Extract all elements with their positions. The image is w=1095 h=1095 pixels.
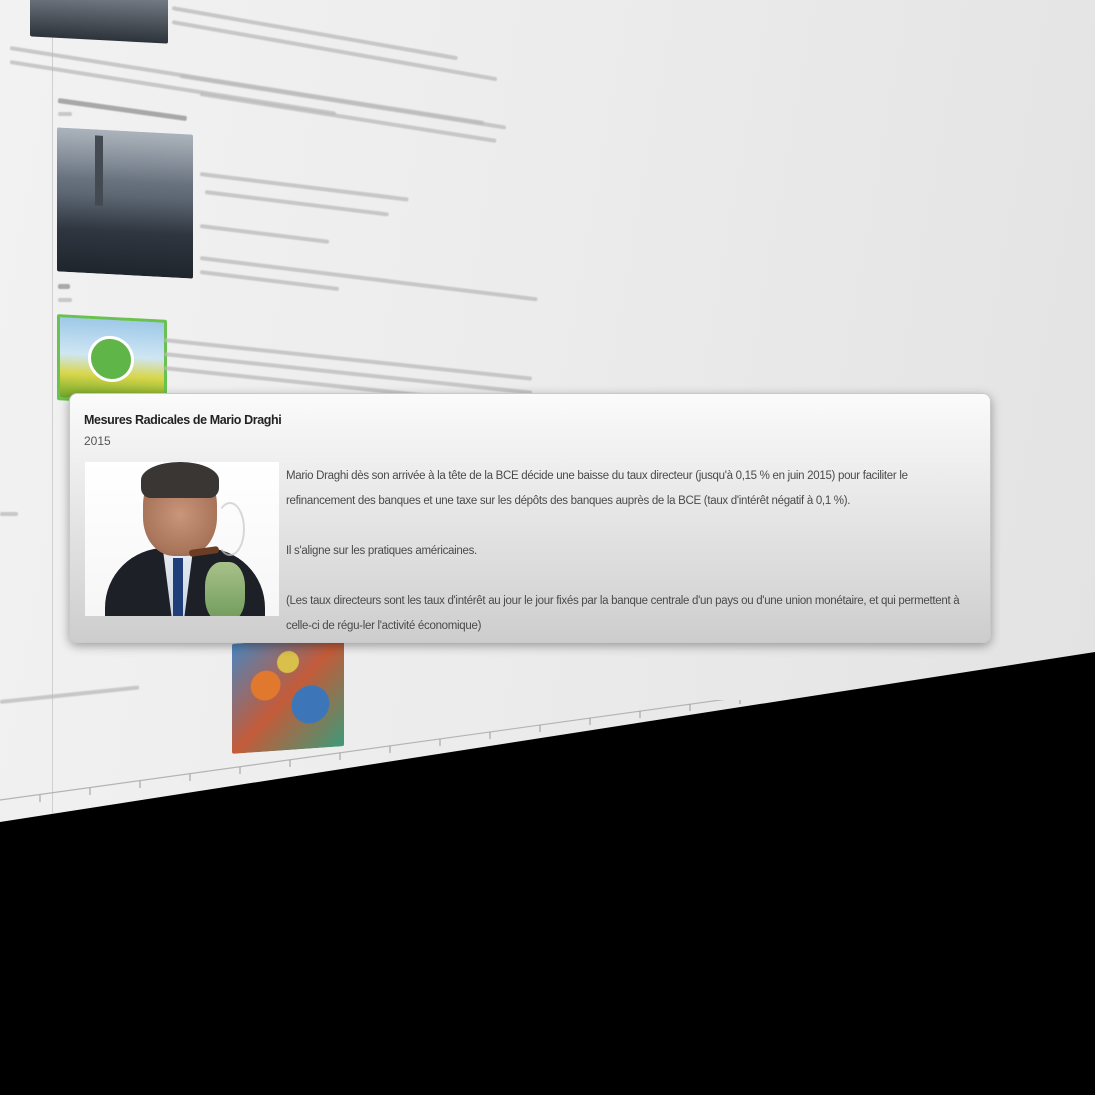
popup-paragraph: (Les taux directeurs sont les taux d'int… xyxy=(286,595,960,632)
timeline-event-thumbnail[interactable] xyxy=(30,0,168,44)
popup-image xyxy=(85,462,279,616)
event-detail-popup[interactable]: Mesures Radicales de Mario Draghi 2015 M… xyxy=(69,393,991,643)
popup-description: Mario Draghi dès son arrivée à la tête d… xyxy=(286,464,976,664)
popup-title: Mesures Radicales de Mario Draghi xyxy=(84,413,282,427)
popup-paragraph: Mario Draghi dès son arrivée à la tête d… xyxy=(286,470,908,507)
timeline-axis[interactable] xyxy=(0,700,1095,820)
timeline-event-thumbnail[interactable] xyxy=(57,127,193,279)
popup-year: 2015 xyxy=(84,434,111,448)
popup-paragraph: Il s'aligne sur les pratiques américaine… xyxy=(286,545,477,557)
